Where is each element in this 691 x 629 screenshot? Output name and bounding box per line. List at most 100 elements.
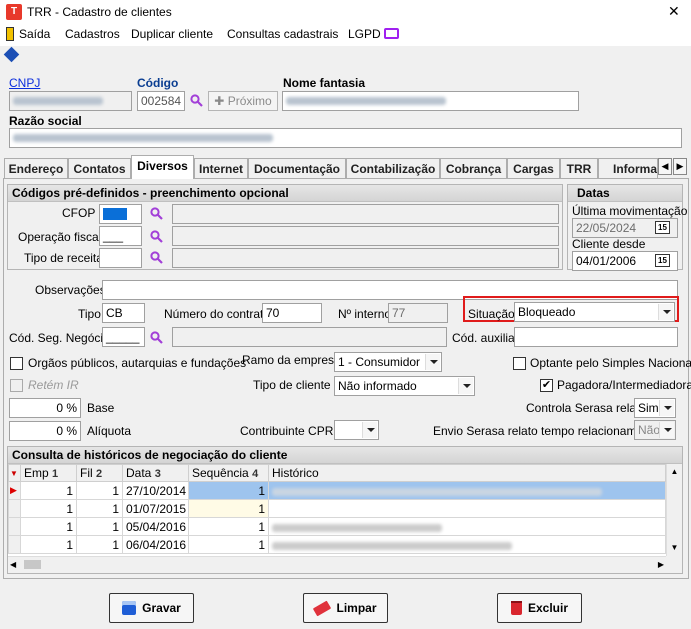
situacao-select[interactable]: Bloqueado xyxy=(514,302,675,322)
window-title: TRR - Cadastro de clientes xyxy=(27,5,172,19)
cnpj-label[interactable]: CNPJ xyxy=(9,76,40,90)
simples-checkbox[interactable] xyxy=(513,357,526,370)
close-icon[interactable]: ✕ xyxy=(668,3,680,20)
codigo-label: Código xyxy=(137,76,179,90)
fantasia-label: Nome fantasia xyxy=(283,76,366,90)
serasa-value: Sim xyxy=(638,401,659,415)
grid-hscrollbar[interactable]: ◀ ▶ xyxy=(8,556,666,572)
col-fil[interactable]: Fil 2 xyxy=(76,464,123,482)
limpar-label: Limpar xyxy=(336,601,377,615)
grid-vscrollbar[interactable]: ▲ ▼ xyxy=(666,464,682,556)
menu-consultas[interactable]: Consultas cadastrais xyxy=(227,27,338,41)
app-icon: T xyxy=(6,4,22,20)
eraser-icon xyxy=(313,600,332,616)
col-data[interactable]: Data 3 xyxy=(122,464,189,482)
excluir-label: Excluir xyxy=(527,601,569,615)
cprb-select[interactable] xyxy=(334,420,379,440)
tab-internet[interactable]: Internet xyxy=(194,158,248,178)
scroll-down-icon[interactable]: ▼ xyxy=(667,540,682,556)
razao-field[interactable] xyxy=(9,128,682,148)
cfop-search-icon[interactable] xyxy=(150,207,163,220)
col-emp[interactable]: Emp 1 xyxy=(20,464,77,482)
menu-saida[interactable]: Saída xyxy=(19,27,50,41)
proximo-button[interactable]: ✚ Próximo xyxy=(208,91,278,111)
situacao-value: Bloqueado xyxy=(518,305,576,319)
table-row[interactable]: 1 1 06/04/2016 1 xyxy=(8,535,666,554)
tab-scroll-left-icon[interactable]: ◀ xyxy=(658,158,672,175)
tipo-cliente-select[interactable]: Não informado xyxy=(334,376,475,396)
tab-contabilizacao[interactable]: Contabilização xyxy=(346,158,440,178)
col-historico[interactable]: Histórico xyxy=(268,464,666,482)
pagadora-checkbox[interactable]: ✔ xyxy=(540,379,553,392)
receita-search-icon[interactable] xyxy=(150,251,163,264)
auxiliar-label: Cód. auxiliar xyxy=(452,331,519,345)
tab-diversos[interactable]: Diversos xyxy=(131,155,194,179)
table-row[interactable]: 1 1 01/07/2015 1 xyxy=(8,499,666,518)
ramo-dropdown-icon[interactable] xyxy=(425,354,440,370)
receita-field[interactable] xyxy=(99,248,142,268)
exit-icon xyxy=(6,27,14,41)
tipo-field[interactable]: CB xyxy=(102,303,145,323)
menu-cadastros[interactable]: Cadastros xyxy=(65,27,120,41)
tab-trr[interactable]: TRR xyxy=(560,158,598,178)
monitor-icon[interactable] xyxy=(384,28,399,39)
datas-title: Datas xyxy=(568,185,682,202)
ramo-select[interactable]: 1 - Consumidor xyxy=(334,352,442,372)
seg-negocio-field[interactable]: _____ xyxy=(102,327,145,347)
sort-badge: 2 xyxy=(96,468,103,480)
cnpj-field[interactable] xyxy=(9,91,132,111)
tab-scroll-right-icon[interactable]: ▶ xyxy=(673,158,687,175)
tab-endereco[interactable]: Endereço xyxy=(4,158,68,178)
contrato-label: Número do contrato xyxy=(164,307,271,321)
operacao-field[interactable]: ___ xyxy=(99,226,142,246)
scroll-right-icon[interactable]: ▶ xyxy=(658,557,664,572)
pagadora-label: Pagadora/Intermediadora xyxy=(557,378,691,392)
tab-contatos[interactable]: Contatos xyxy=(68,158,131,178)
operacao-label: Operação fiscal xyxy=(18,230,102,244)
sort-badge: 4 xyxy=(252,468,259,480)
retem-checkbox xyxy=(10,379,23,392)
tab-documentacao[interactable]: Documentação xyxy=(248,158,346,178)
codigo-field[interactable]: 002584 xyxy=(137,91,185,111)
cprb-dropdown-icon[interactable] xyxy=(362,422,377,438)
menu-duplicar[interactable]: Duplicar cliente xyxy=(131,27,213,41)
excluir-button[interactable]: Excluir xyxy=(497,593,582,623)
gravar-button[interactable]: Gravar xyxy=(109,593,194,623)
tipo-label: Tipo xyxy=(78,307,101,321)
seg-negocio-search-icon[interactable] xyxy=(150,331,163,344)
situacao-dropdown-icon[interactable] xyxy=(658,304,673,320)
auxiliar-field[interactable] xyxy=(514,327,678,347)
ultima-calendar-icon[interactable]: 15 xyxy=(655,221,670,234)
limpar-button[interactable]: Limpar xyxy=(303,593,388,623)
scroll-left-icon[interactable]: ◀ xyxy=(10,557,16,572)
search-icon[interactable] xyxy=(190,94,203,107)
ultima-label: Última movimentação xyxy=(572,204,688,218)
receita-label: Tipo de receita xyxy=(24,251,103,265)
scroll-up-icon[interactable]: ▲ xyxy=(667,464,682,480)
cfop-label: CFOP xyxy=(62,206,96,220)
fantasia-field[interactable] xyxy=(282,91,579,111)
aliquota-field[interactable]: 0 % xyxy=(9,421,81,441)
table-row[interactable]: 1 1 05/04/2016 1 xyxy=(8,517,666,536)
contrato-field[interactable]: 70 xyxy=(262,303,322,323)
toolbar-diamond-icon[interactable] xyxy=(3,46,20,63)
tab-informa[interactable]: Informa xyxy=(598,158,658,178)
tab-cobranca[interactable]: Cobrança xyxy=(440,158,507,178)
tipo-cliente-dropdown-icon[interactable] xyxy=(458,378,473,394)
seg-negocio-label: Cód. Seg. Negócio xyxy=(9,331,110,345)
orgaos-checkbox[interactable] xyxy=(10,357,23,370)
cliente-desde-calendar-icon[interactable]: 15 xyxy=(655,254,670,267)
retem-label: Retém IR xyxy=(28,378,79,392)
cfop-field[interactable] xyxy=(99,204,142,224)
menu-lgpd[interactable]: LGPD xyxy=(348,27,381,41)
scroll-thumb[interactable] xyxy=(24,560,41,569)
serasa-select[interactable]: Sim xyxy=(634,398,676,418)
serasa-dropdown-icon[interactable] xyxy=(659,400,674,416)
operacao-description xyxy=(172,226,559,246)
aliquota-label: Alíquota xyxy=(87,424,132,438)
operacao-search-icon[interactable] xyxy=(150,230,163,243)
table-row[interactable]: ▶ 1 1 27/10/2014 1 xyxy=(8,481,666,500)
col-sequencia[interactable]: Sequência 4 xyxy=(188,464,269,482)
tab-cargas[interactable]: Cargas xyxy=(507,158,560,178)
base-field[interactable]: 0 % xyxy=(9,398,81,418)
